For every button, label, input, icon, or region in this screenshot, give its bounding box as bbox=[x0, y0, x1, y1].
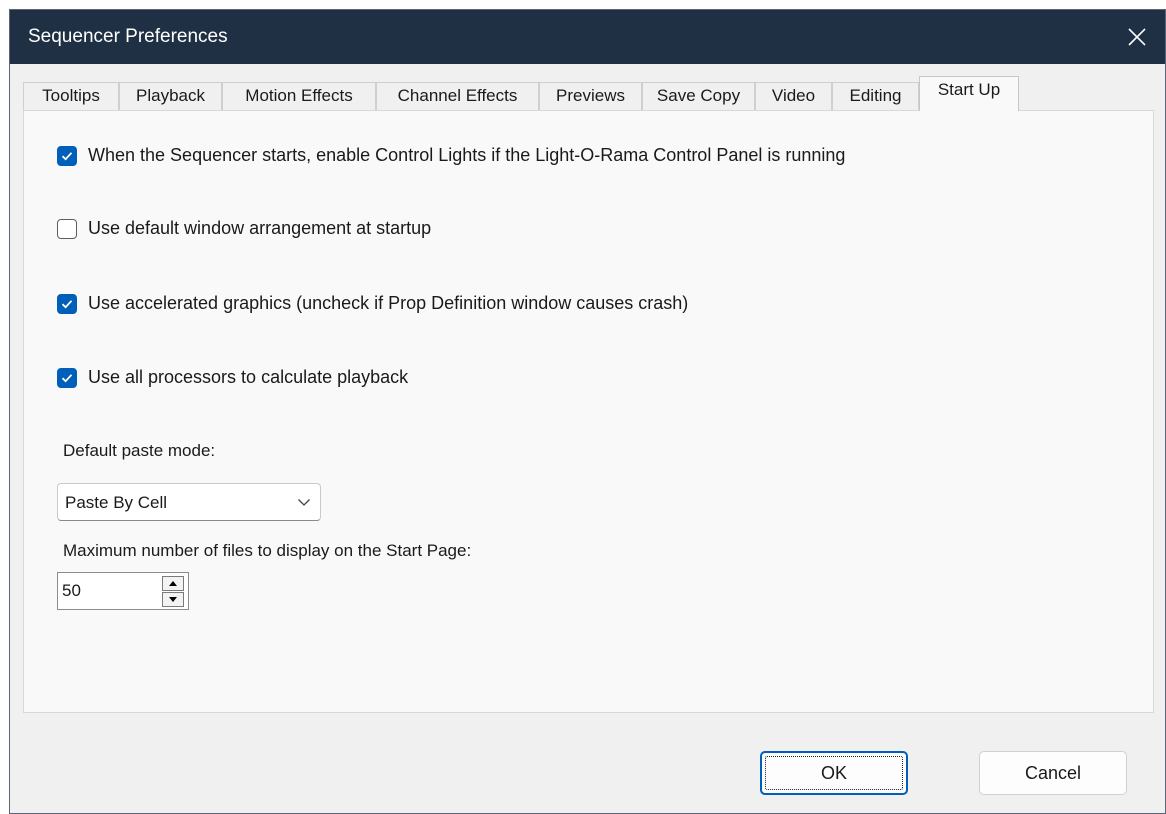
tab-tooltips[interactable]: Tooltips bbox=[23, 82, 119, 110]
arrow-down-icon bbox=[169, 597, 177, 602]
tab-previews[interactable]: Previews bbox=[539, 82, 642, 110]
tab-start-up[interactable]: Start Up bbox=[919, 76, 1019, 111]
cancel-button[interactable]: Cancel bbox=[979, 751, 1127, 795]
option-enable-control-lights[interactable]: When the Sequencer starts, enable Contro… bbox=[57, 145, 845, 166]
start-up-panel: When the Sequencer starts, enable Contro… bbox=[23, 110, 1154, 713]
focus-rectangle bbox=[765, 756, 903, 790]
checkmark-icon bbox=[61, 299, 73, 308]
decrement-button[interactable] bbox=[162, 592, 184, 607]
paste-mode-dropdown[interactable]: Paste By Cell bbox=[57, 483, 321, 521]
ok-button[interactable]: OK bbox=[760, 751, 908, 795]
max-files-label: Maximum number of files to display on th… bbox=[63, 541, 472, 560]
arrow-up-icon bbox=[169, 581, 177, 586]
preferences-dialog: Sequencer Preferences Tooltips Playback … bbox=[9, 9, 1166, 814]
cancel-label: Cancel bbox=[1024, 763, 1082, 783]
close-icon bbox=[1128, 28, 1146, 46]
label-default-window-arrangement: Use default window arrangement at startu… bbox=[88, 218, 432, 238]
tab-save-copy[interactable]: Save Copy bbox=[642, 82, 755, 110]
checkbox-enable-control-lights[interactable] bbox=[57, 145, 77, 166]
label-accelerated-graphics: Use accelerated graphics (uncheck if Pro… bbox=[88, 293, 689, 313]
paste-mode-label: Default paste mode: bbox=[63, 441, 216, 460]
checkbox-all-processors[interactable] bbox=[57, 367, 77, 388]
tab-editing[interactable]: Editing bbox=[832, 82, 919, 110]
checkmark-icon bbox=[61, 373, 73, 382]
label-all-processors: Use all processors to calculate playback bbox=[88, 367, 409, 387]
option-all-processors[interactable]: Use all processors to calculate playback bbox=[57, 367, 408, 388]
tab-video[interactable]: Video bbox=[755, 82, 832, 110]
window-title: Sequencer Preferences bbox=[28, 26, 228, 47]
tab-strip: Tooltips Playback Motion Effects Channel… bbox=[23, 76, 1153, 111]
checkmark-icon bbox=[61, 151, 73, 160]
increment-button[interactable] bbox=[162, 576, 184, 591]
checkbox-accelerated-graphics[interactable] bbox=[57, 293, 77, 314]
option-default-window-arrangement[interactable]: Use default window arrangement at startu… bbox=[57, 218, 431, 239]
label-enable-control-lights: When the Sequencer starts, enable Contro… bbox=[88, 145, 846, 165]
max-files-stepper bbox=[57, 572, 189, 610]
paste-mode-value: Paste By Cell bbox=[65, 493, 168, 512]
max-files-input[interactable] bbox=[58, 573, 162, 609]
tab-playback[interactable]: Playback bbox=[119, 82, 222, 110]
title-bar: Sequencer Preferences bbox=[10, 10, 1165, 64]
checkbox-default-window-arrangement[interactable] bbox=[57, 218, 77, 239]
chevron-down-icon bbox=[298, 499, 310, 506]
close-button[interactable] bbox=[1119, 19, 1155, 55]
option-accelerated-graphics[interactable]: Use accelerated graphics (uncheck if Pro… bbox=[57, 293, 688, 314]
tab-motion-effects[interactable]: Motion Effects bbox=[222, 82, 376, 110]
tab-channel-effects[interactable]: Channel Effects bbox=[376, 82, 539, 110]
